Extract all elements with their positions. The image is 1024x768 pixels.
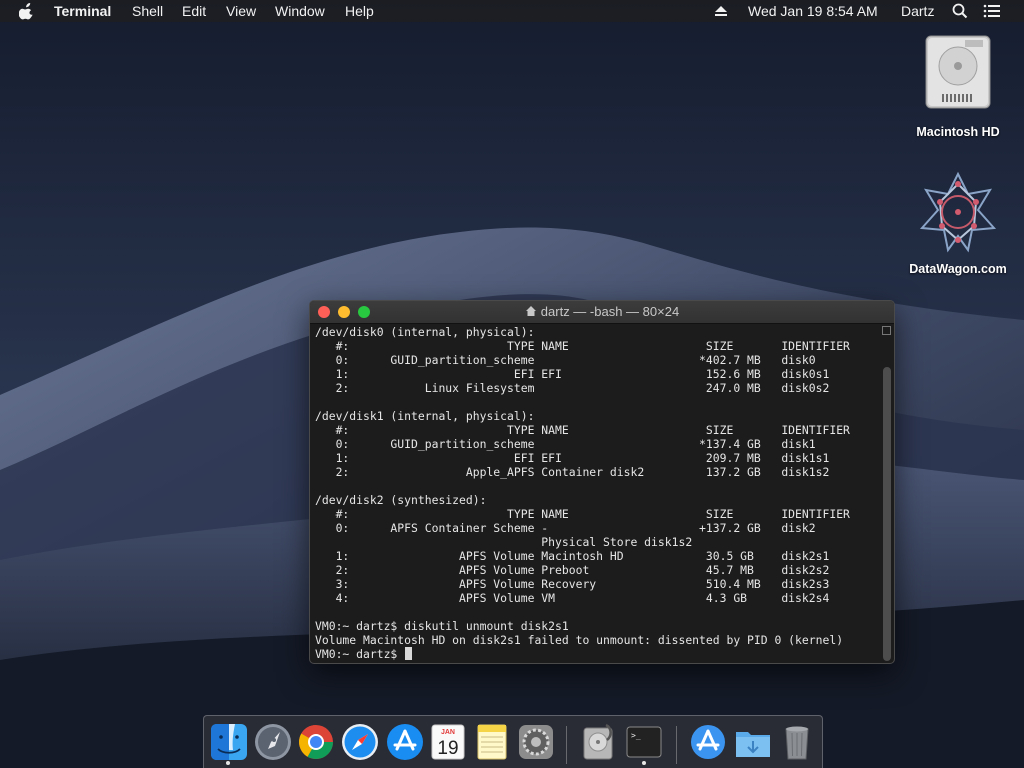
dock-trash[interactable] xyxy=(777,722,817,762)
notes-icon xyxy=(477,724,507,760)
terminal-line: #: TYPE NAME SIZE IDENTIFIER xyxy=(315,339,850,353)
apple-menu-icon[interactable] xyxy=(18,0,35,22)
terminal-icon: >_ xyxy=(626,726,662,758)
terminal-line: 1: EFI EFI 152.6 MB disk0s1 xyxy=(315,367,830,381)
terminal-icon-prompt: >_ xyxy=(631,731,641,740)
terminal-window[interactable]: dartz — -bash — 80×24 /dev/disk0 (intern… xyxy=(309,300,895,664)
dock-running-indicator-finder xyxy=(226,761,230,765)
terminal-line: #: TYPE NAME SIZE IDENTIFIER xyxy=(315,507,850,521)
terminal-line: /dev/disk2 (synthesized): xyxy=(315,493,487,507)
dock-applications-folder[interactable] xyxy=(688,722,728,762)
dock-launchpad[interactable] xyxy=(253,722,293,762)
terminal-line: 4: APFS Volume VM 4.3 GB disk2s4 xyxy=(315,591,830,605)
terminal-output[interactable]: /dev/disk0 (internal, physical): #: TYPE… xyxy=(315,325,875,663)
dock-terminal[interactable]: >_ xyxy=(624,722,664,762)
menu-help[interactable]: Help xyxy=(345,0,374,22)
app-store-icon xyxy=(387,724,423,760)
terminal-line: #: TYPE NAME SIZE IDENTIFIER xyxy=(315,423,850,437)
desktop-icon-label: Macintosh HD xyxy=(916,125,1000,139)
applications-folder-icon xyxy=(691,725,725,759)
menu-shell[interactable]: Shell xyxy=(132,0,163,22)
desktop-icon-datawagon[interactable]: DataWagon.com xyxy=(903,170,1013,282)
menu-window[interactable]: Window xyxy=(275,0,325,22)
downloads-folder-icon xyxy=(736,732,770,757)
terminal-prompt-line: VM0:~ dartz$ xyxy=(315,647,413,661)
terminal-line: Volume Macintosh HD on disk2s1 failed to… xyxy=(315,633,844,647)
scroll-up-arrow[interactable] xyxy=(882,326,891,335)
terminal-line: 0: GUID_partition_scheme *137.4 GB disk1 xyxy=(315,437,816,451)
desktop-icon-macintosh-hd[interactable]: Macintosh HD xyxy=(903,30,1013,145)
dock: JAN 19 >_ xyxy=(203,715,823,768)
dock-finder[interactable] xyxy=(209,722,249,762)
calendar-month: JAN xyxy=(441,729,455,736)
terminal-line: 2: Apple_APFS Container disk2 137.2 GB d… xyxy=(315,465,830,479)
terminal-line: 0: APFS Container Scheme - +137.2 GB dis… xyxy=(315,521,816,535)
eject-icon[interactable] xyxy=(714,0,728,22)
dock-notes[interactable] xyxy=(472,722,512,762)
calendar-icon: JAN 19 xyxy=(431,724,465,760)
safari-icon xyxy=(342,724,378,760)
spotlight-icon[interactable] xyxy=(952,0,968,22)
dock-disk-utility[interactable] xyxy=(578,722,618,762)
home-icon xyxy=(525,302,537,324)
system-preferences-icon xyxy=(519,725,553,759)
window-title: dartz — -bash — 80×24 xyxy=(540,304,680,319)
menu-bar: Terminal Shell Edit View Window Help Wed… xyxy=(0,0,1024,22)
trash-icon xyxy=(785,726,809,760)
dock-running-indicator-terminal xyxy=(642,761,646,765)
dock-system-preferences[interactable] xyxy=(516,722,556,762)
hard-drive-icon xyxy=(925,35,991,109)
terminal-prompt: VM0:~ dartz$ xyxy=(315,647,405,661)
notification-center-icon[interactable] xyxy=(983,0,1001,22)
dock-separator xyxy=(566,726,567,764)
launchpad-icon xyxy=(255,724,291,760)
dock-calendar[interactable]: JAN 19 xyxy=(428,722,468,762)
window-title-bar[interactable]: dartz — -bash — 80×24 xyxy=(310,301,894,324)
terminal-line: 1: APFS Volume Macintosh HD 30.5 GB disk… xyxy=(315,549,830,563)
text-cursor xyxy=(405,647,413,660)
menu-app-name[interactable]: Terminal xyxy=(54,0,111,22)
terminal-line: 2: APFS Volume Preboot 45.7 MB disk2s2 xyxy=(315,563,830,577)
scrollbar-thumb[interactable] xyxy=(883,367,891,661)
datawagon-logo-icon xyxy=(919,171,997,253)
dock-separator xyxy=(676,726,677,764)
terminal-line: 0: GUID_partition_scheme *402.7 MB disk0 xyxy=(315,353,816,367)
chrome-icon xyxy=(299,725,333,759)
dock-chrome[interactable] xyxy=(296,722,336,762)
terminal-line: VM0:~ dartz$ diskutil unmount disk2s1 xyxy=(315,619,569,633)
desktop-icon-label: DataWagon.com xyxy=(909,262,1007,276)
terminal-line: 1: EFI EFI 209.7 MB disk1s1 xyxy=(315,451,830,465)
terminal-line: 3: APFS Volume Recovery 510.4 MB disk2s3 xyxy=(315,577,830,591)
terminal-line: Physical Store disk1s2 xyxy=(315,535,693,549)
dock-safari[interactable] xyxy=(340,722,380,762)
menu-view[interactable]: View xyxy=(226,0,256,22)
dock-downloads-folder[interactable] xyxy=(733,722,773,762)
menu-edit[interactable]: Edit xyxy=(182,0,206,22)
terminal-line: /dev/disk0 (internal, physical): xyxy=(315,325,535,339)
calendar-day: 19 xyxy=(437,738,458,759)
dock-app-store[interactable] xyxy=(385,722,425,762)
terminal-line: /dev/disk1 (internal, physical): xyxy=(315,409,535,423)
terminal-line: 2: Linux Filesystem 247.0 MB disk0s2 xyxy=(315,381,830,395)
finder-icon xyxy=(211,724,247,760)
menu-datetime[interactable]: Wed Jan 19 8:54 AM xyxy=(748,0,878,22)
disk-utility-icon xyxy=(583,723,613,760)
menu-user[interactable]: Dartz xyxy=(901,0,934,22)
